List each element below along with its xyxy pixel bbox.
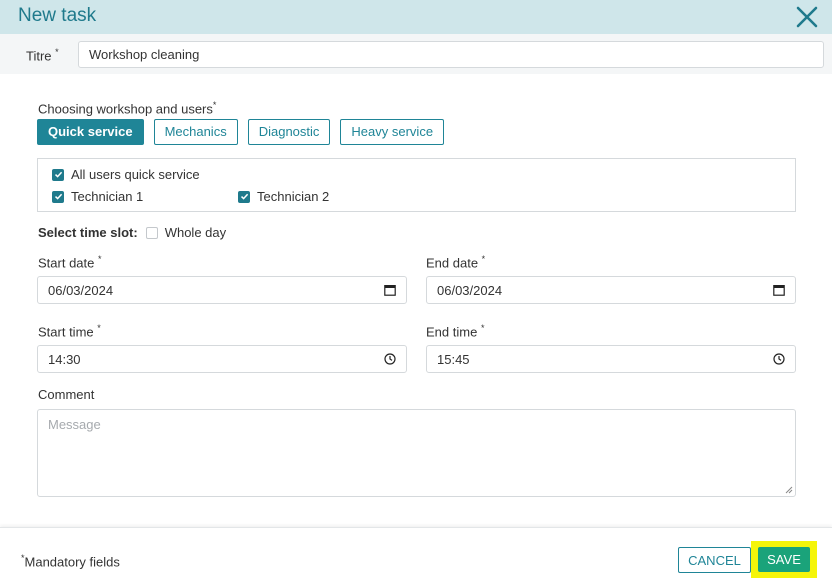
start-time-label: Start time * [38, 323, 101, 340]
check-icon [52, 190, 64, 203]
save-highlight: SAVE [751, 541, 817, 578]
start-date-label: Start date * [38, 254, 102, 271]
technician-1-label: Technician 1 [71, 189, 144, 204]
time-slot-label: Select time slot: [38, 225, 138, 240]
technician-2-label: Technician 2 [257, 189, 330, 204]
resize-grip-icon[interactable] [784, 485, 793, 494]
whole-day-checkbox[interactable]: Whole day [145, 225, 227, 240]
titre-label: Titre * [26, 47, 59, 64]
end-date-label: End date * [426, 254, 486, 271]
users-box: All users quick service Technician 1 Tec… [37, 158, 796, 212]
calendar-icon[interactable] [384, 284, 396, 296]
start-time-input[interactable]: 14:30 [37, 345, 407, 373]
calendar-icon[interactable] [773, 284, 785, 296]
comment-textarea[interactable]: Message [37, 409, 796, 497]
cancel-button[interactable]: CANCEL [678, 547, 751, 573]
whole-day-label: Whole day [164, 225, 227, 240]
dialog-title: New task [18, 5, 97, 26]
titre-row: Titre * Workshop cleaning [0, 34, 832, 74]
end-time-label: End time * [426, 323, 485, 340]
end-time-input[interactable]: 15:45 [426, 345, 796, 373]
close-icon[interactable] [794, 4, 820, 30]
clock-icon[interactable] [773, 353, 785, 365]
chip-heavy-service[interactable]: Heavy service [340, 119, 445, 145]
save-button[interactable]: SAVE [758, 547, 810, 572]
all-users-label: All users quick service [71, 167, 200, 182]
dialog-footer: *Mandatory fields CANCEL SAVE [0, 527, 832, 586]
workshop-chips: Quick service Mechanics Diagnostic Heavy… [37, 119, 445, 145]
chip-mechanics[interactable]: Mechanics [153, 119, 238, 145]
time-slot-row: Select time slot: Whole day [38, 225, 226, 240]
chip-quick-service[interactable]: Quick service [37, 119, 144, 145]
technician-1-checkbox[interactable]: Technician 1 [52, 189, 143, 204]
all-users-checkbox[interactable]: All users quick service [52, 167, 200, 182]
workshop-section-label: Choosing workshop and users* [38, 100, 217, 117]
chip-diagnostic[interactable]: Diagnostic [247, 119, 331, 145]
comment-label: Comment [38, 387, 95, 402]
checkbox-empty-icon [145, 226, 158, 239]
start-date-input[interactable]: 06/03/2024 [37, 276, 407, 304]
end-date-input[interactable]: 06/03/2024 [426, 276, 796, 304]
comment-placeholder: Message [48, 417, 101, 432]
check-icon [52, 168, 64, 181]
titre-input[interactable]: Workshop cleaning [78, 41, 824, 68]
clock-icon[interactable] [384, 353, 396, 365]
technician-2-checkbox[interactable]: Technician 2 [238, 189, 329, 204]
mandatory-fields-note: *Mandatory fields [21, 553, 120, 570]
dialog-header: New task [0, 0, 832, 34]
check-icon [238, 190, 250, 203]
